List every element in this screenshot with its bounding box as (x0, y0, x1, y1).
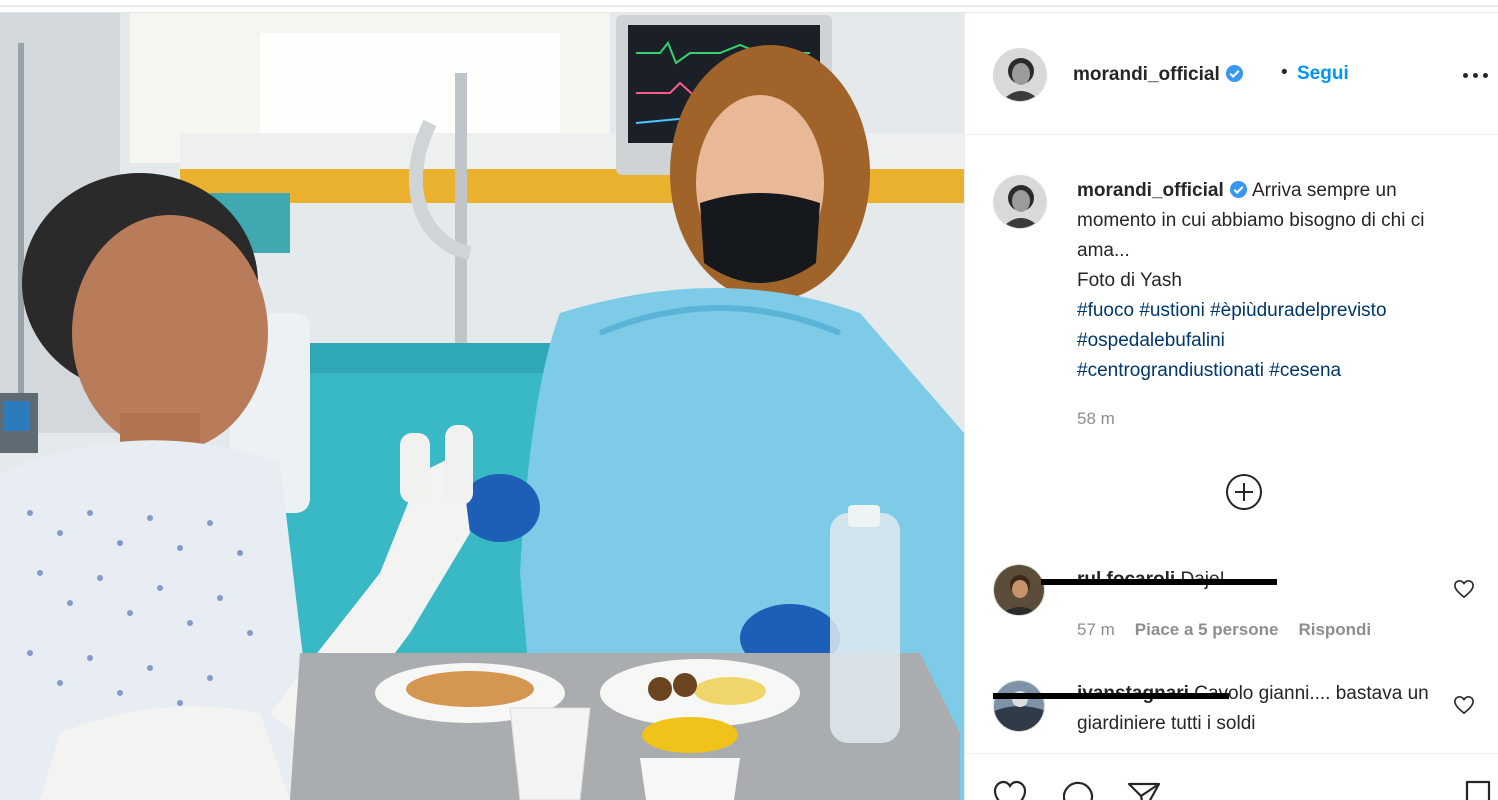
post-action-bar (965, 753, 1498, 800)
reply-button[interactable]: Rispondi (1298, 620, 1371, 639)
comment-meta: 57 m Piace a 5 persone Rispondi (1077, 620, 1391, 640)
author-username-text[interactable]: morandi_official (1073, 64, 1220, 85)
commenter-avatar[interactable] (993, 564, 1045, 616)
hashtag-link[interactable]: #ospedalebufalini (1077, 330, 1225, 351)
comment-bubble-icon[interactable] (1063, 780, 1097, 800)
verified-badge-icon (1229, 180, 1247, 199)
commenter-avatar[interactable] (993, 680, 1045, 732)
comment-likes-count[interactable]: Piace a 5 persone (1135, 620, 1279, 639)
browser-top-edge (0, 0, 1498, 13)
caption-credit: Foto di Yash (1077, 270, 1182, 291)
caption-timestamp[interactable]: 58 m (1077, 409, 1115, 429)
author-username[interactable]: morandi_official (1073, 64, 1244, 86)
comment-item: ivanstagnari Cavolo gianni.... bastava u… (993, 679, 1447, 739)
verified-badge-icon (1225, 64, 1243, 83)
hashtag-link[interactable]: #centrograndiustionati (1077, 360, 1264, 381)
hashtag-link[interactable]: #fuoco (1077, 300, 1134, 321)
comment-username[interactable]: ivanstagnari (993, 683, 1229, 704)
follow-button[interactable]: Segui (1297, 63, 1349, 85)
caption-author-avatar[interactable] (993, 175, 1047, 229)
post-header: morandi_official • Segui (965, 13, 1498, 135)
post-photo[interactable] (0, 13, 964, 800)
share-paper-plane-icon[interactable] (1127, 780, 1161, 800)
redaction-bar (993, 693, 1229, 699)
comment-item: rul.focaroli Daje! (1041, 565, 1277, 595)
redaction-bar (1041, 579, 1277, 585)
hashtag-link[interactable]: #cesena (1269, 360, 1341, 381)
comment-username[interactable]: rul.focaroli (1041, 569, 1277, 590)
hashtag-link[interactable]: #ustioni (1139, 300, 1205, 321)
load-more-comments-icon[interactable] (1225, 473, 1263, 511)
header-separator: • (1281, 62, 1288, 83)
post-caption: morandi_official Arriva sempre un moment… (1077, 176, 1477, 386)
caption-username[interactable]: morandi_official (1077, 180, 1224, 201)
hashtag-link[interactable]: #èpiùduradelprevisto (1210, 300, 1386, 321)
author-avatar[interactable] (993, 48, 1047, 102)
bookmark-icon[interactable] (1461, 780, 1495, 800)
caption-hashtags: #fuoco #ustioni #èpiùduradelprevisto #osp… (1077, 300, 1387, 381)
post-side-panel: morandi_official • Segui morandi_officia… (964, 13, 1498, 800)
like-heart-icon[interactable] (1453, 579, 1475, 599)
comment-time[interactable]: 57 m (1077, 620, 1115, 639)
like-heart-icon[interactable] (993, 780, 1027, 800)
like-heart-icon[interactable] (1453, 695, 1475, 715)
more-options-icon[interactable] (1461, 65, 1491, 85)
